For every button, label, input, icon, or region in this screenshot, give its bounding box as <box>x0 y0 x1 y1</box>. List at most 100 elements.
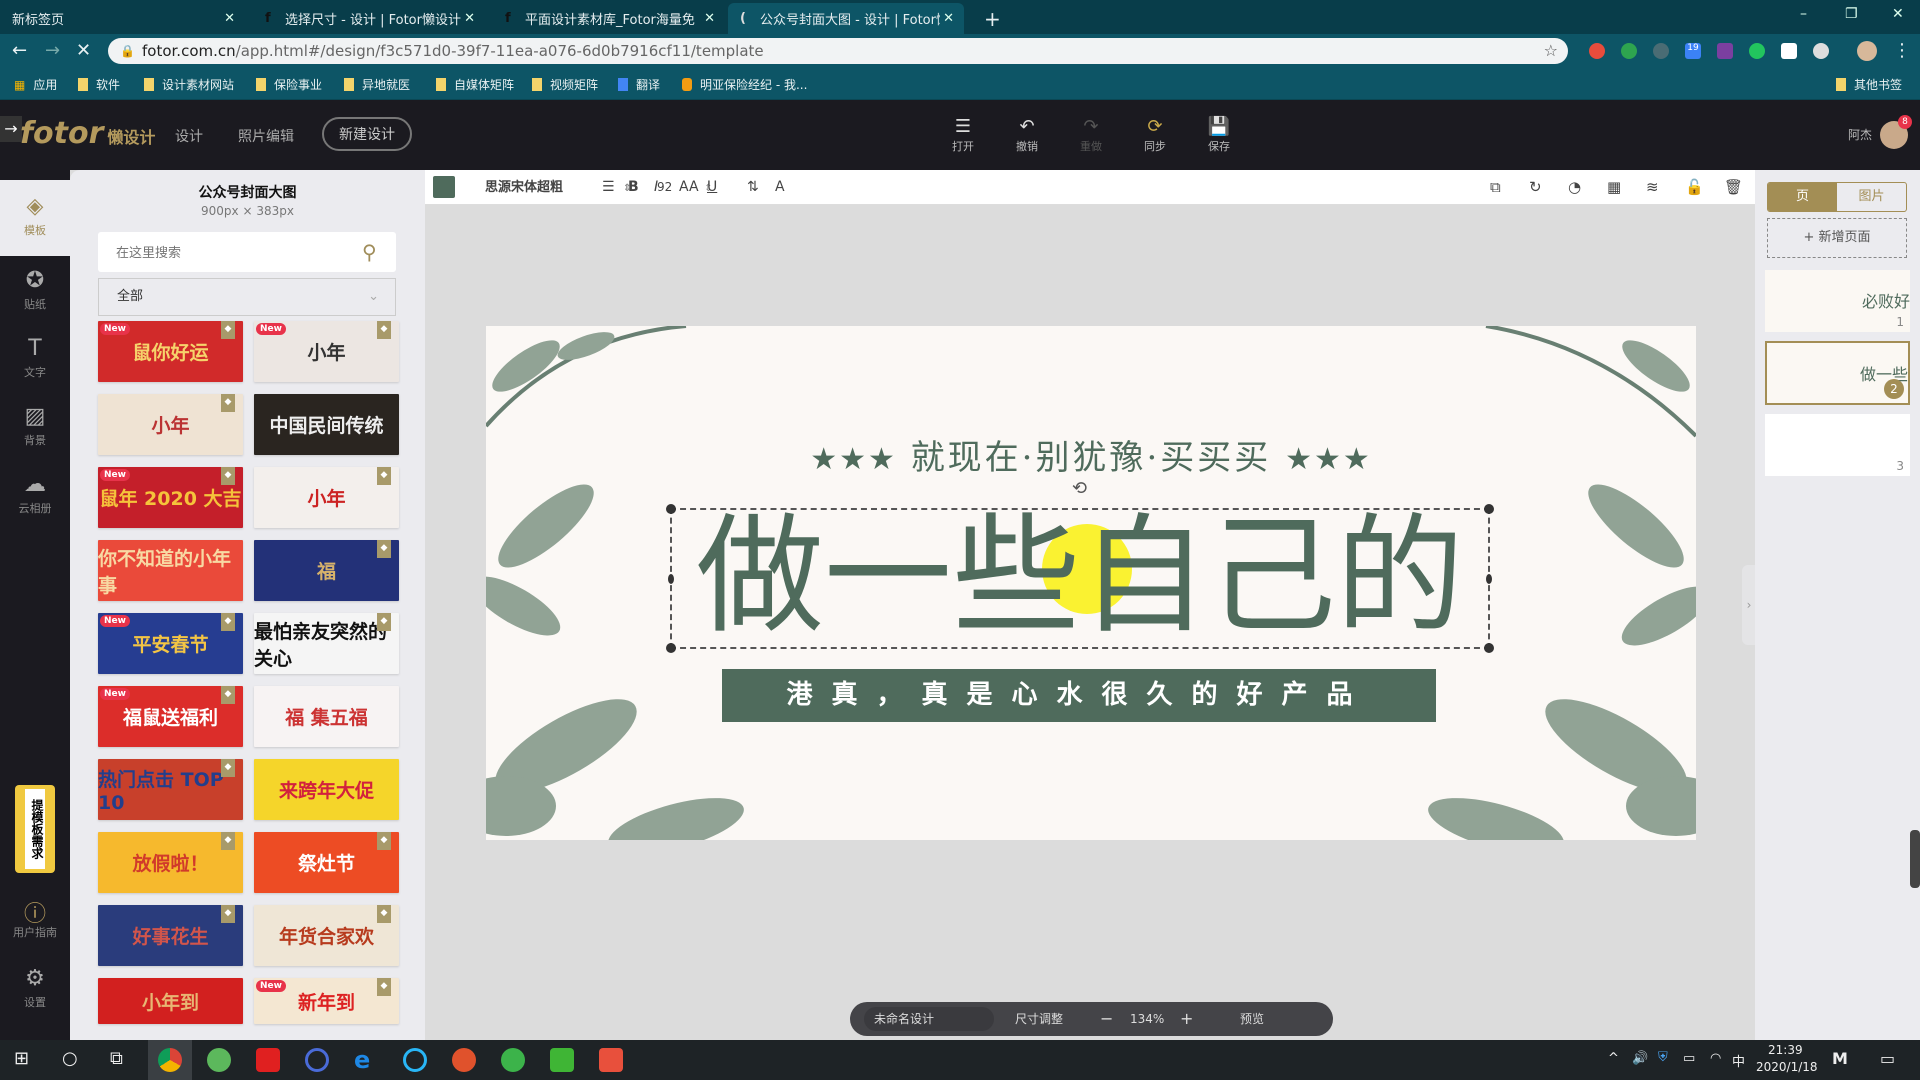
rail-settings[interactable]: ⚙ 设置 <box>0 966 70 1010</box>
template-thumbnail[interactable]: 热门点击 TOP 10 ◆ <box>98 759 243 820</box>
category-select[interactable]: 全部 ⌄ <box>98 278 396 316</box>
spacing-button[interactable]: ⇅ <box>747 170 759 205</box>
camtasia-green-icon[interactable] <box>550 1048 574 1072</box>
task-view-icon[interactable]: ⧉ <box>110 1048 123 1069</box>
resize-handle[interactable] <box>668 574 674 584</box>
transparency-icon[interactable]: ▦ <box>1607 170 1621 205</box>
subtitle-bar[interactable]: 港真，真是心水很久的好产品 <box>722 669 1436 722</box>
template-thumbnail[interactable]: 鼠你好运 New ◆ <box>98 321 243 382</box>
bold-button[interactable]: B <box>628 170 639 205</box>
battery-icon[interactable]: ▭ <box>1683 1051 1695 1066</box>
zoom-in-button[interactable]: + <box>1180 1002 1193 1036</box>
y-extension-icon[interactable] <box>1749 43 1765 59</box>
bookmark-folder[interactable]: 自媒体矩阵 <box>436 76 514 93</box>
template-thumbnail[interactable]: 最怕亲友突然的关心 ◆ <box>254 613 399 674</box>
layer-icon[interactable]: ≋ <box>1646 170 1659 205</box>
add-page-button[interactable]: + 新增页面 <box>1767 218 1907 258</box>
rail-templates[interactable]: ◈ 模板 <box>0 180 70 256</box>
bookmark-link[interactable]: 明亚保险经纪 - 我... <box>682 76 807 93</box>
italic-button[interactable]: I <box>654 170 658 205</box>
shadow-icon[interactable]: ◔ <box>1568 170 1581 205</box>
template-thumbnail[interactable]: 中国民间传统 <box>254 394 399 455</box>
resize-handle[interactable] <box>666 504 676 514</box>
zoom-out-button[interactable]: − <box>1100 1002 1113 1036</box>
clover-app-icon[interactable] <box>207 1048 231 1072</box>
clock-time[interactable]: 21:39 <box>1768 1043 1803 1057</box>
template-thumbnail[interactable]: 新年到 New ◆ <box>254 978 399 1024</box>
stop-loading-icon[interactable]: ✕ <box>76 40 91 61</box>
search-circle-icon[interactable]: ○ <box>62 1048 78 1069</box>
sync-button[interactable]: ⟳ 同步 <box>1135 116 1175 154</box>
template-thumbnail[interactable]: 祭灶节 ◆ <box>254 832 399 893</box>
underline-button[interactable]: U <box>707 170 717 205</box>
browser-tab-active[interactable]: (公众号封面大图 - 设计 | Fotor懒 ✕ <box>728 3 964 34</box>
text-effect-button[interactable]: A <box>775 170 785 205</box>
open-button[interactable]: ☰ 打开 <box>943 116 983 154</box>
template-thumbnail[interactable]: 小年 ◆ <box>254 467 399 528</box>
template-thumbnail[interactable]: 福鼠送福利 New ◆ <box>98 686 243 747</box>
side-scroll-handle[interactable] <box>1910 830 1920 888</box>
close-tab-icon[interactable]: ✕ <box>464 11 475 26</box>
url-input[interactable]: 🔒 fotor.com.cn/app.html#/design/f3c571d0-… <box>108 38 1568 64</box>
browser-tab[interactable]: f 平面设计素材库_Fotor海量免费 ✕ <box>493 3 725 34</box>
tray-expand-icon[interactable]: ^ <box>1608 1051 1619 1066</box>
wechat-icon[interactable] <box>501 1048 525 1072</box>
ime-indicator[interactable]: 中 <box>1732 1051 1745 1070</box>
bookmark-folder[interactable]: 异地就医 <box>344 76 410 93</box>
template-thumbnail[interactable]: 福 ◆ <box>254 540 399 601</box>
camtasia-red-icon[interactable] <box>599 1048 623 1072</box>
bookmark-apps[interactable]: ▦ 应用 <box>14 76 57 93</box>
back-icon[interactable]: ← <box>12 40 27 61</box>
new-tab-button[interactable]: + <box>972 3 1013 34</box>
wifi-icon[interactable]: ◠ <box>1710 1051 1721 1066</box>
calendar-extension-icon[interactable]: 19 <box>1685 43 1701 59</box>
headline-text[interactable]: ★★★ 就现在·别犹豫·买买买 ★★★ <box>486 430 1696 479</box>
template-thumbnail[interactable]: 来跨年大促 <box>254 759 399 820</box>
rail-background[interactable]: ▨ 背景 <box>0 404 70 448</box>
fotor-logo[interactable]: fotor 懒设计 <box>20 116 155 151</box>
resize-handle[interactable] <box>1484 504 1494 514</box>
close-tab-icon[interactable]: ✕ <box>224 11 235 26</box>
browser-tab[interactable]: f 选择尺寸 - 设计 | Fotor懒设计 ✕ <box>253 3 485 34</box>
bookmark-folder[interactable]: 软件 <box>78 76 120 93</box>
collapse-arrow-icon[interactable]: → <box>0 116 22 142</box>
template-thumbnail[interactable]: 小年到 <box>98 978 243 1024</box>
page-thumb[interactable]: 3 <box>1765 414 1910 476</box>
user-name[interactable]: 阿杰 <box>1848 126 1872 143</box>
nav-design[interactable]: 设计 <box>175 126 203 146</box>
maximize-button[interactable]: ❐ <box>1845 6 1858 22</box>
preview-button[interactable]: 预览 <box>1240 1002 1264 1036</box>
template-thumbnail[interactable]: 平安春节 New ◆ <box>98 613 243 674</box>
bookmark-folder[interactable]: 保险事业 <box>256 76 322 93</box>
close-window-button[interactable]: ✕ <box>1892 6 1904 22</box>
onenote-icon[interactable] <box>1717 43 1733 59</box>
undo-button[interactable]: ↶ 撤销 <box>1007 116 1047 154</box>
clock-date[interactable]: 2020/1/18 <box>1756 1060 1818 1074</box>
other-bookmarks[interactable]: 其他书签 <box>1836 76 1902 93</box>
search-icon[interactable]: ⚲ <box>362 240 377 264</box>
chrome-icon[interactable] <box>158 1048 182 1072</box>
security-icon[interactable]: ⛨ <box>1658 1050 1668 1065</box>
mail-app-icon[interactable] <box>256 1048 280 1072</box>
template-thumbnail[interactable]: 你不知道的小年事 <box>98 540 243 601</box>
page-thumb[interactable]: 必败好物推荐 1 <box>1765 270 1910 332</box>
page-thumb-selected[interactable]: 做一些自己的2 <box>1765 341 1910 405</box>
extension-icon[interactable] <box>1589 43 1605 59</box>
tab-pages[interactable]: 页 <box>1768 183 1837 211</box>
close-tab-icon[interactable]: ✕ <box>704 11 715 26</box>
extension-icon[interactable] <box>1781 43 1797 59</box>
rail-stickers[interactable]: ✪ 贴纸 <box>0 268 70 312</box>
bookmark-star-icon[interactable]: ☆ <box>1544 38 1558 64</box>
rotate-handle-icon[interactable]: ⟲ <box>1072 478 1087 499</box>
close-tab-icon[interactable]: ✕ <box>943 11 954 26</box>
redo-button[interactable]: ↷ 重做 <box>1071 116 1111 154</box>
powerpoint-icon[interactable] <box>452 1048 476 1072</box>
forward-icon[interactable]: → <box>45 40 60 61</box>
new-design-button[interactable]: 新建设计 <box>322 117 412 151</box>
resize-handle[interactable] <box>666 643 676 653</box>
delete-icon[interactable]: 🗑 <box>1724 170 1743 205</box>
text-color-swatch[interactable] <box>433 176 455 198</box>
template-request-button[interactable]: 提模板需求 <box>15 785 55 873</box>
browser-menu-icon[interactable]: ⋮ <box>1893 40 1911 61</box>
design-name-input[interactable]: 未命名设计 <box>864 1007 995 1031</box>
